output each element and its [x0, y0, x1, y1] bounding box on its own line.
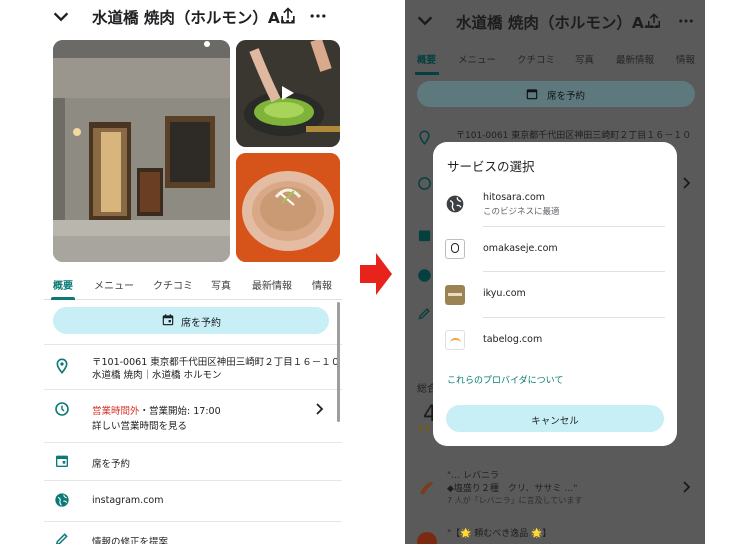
hours-row[interactable]: 営業時間外・営業開始: 17:00 [92, 403, 221, 417]
tab-reviews: クチコミ [517, 55, 556, 66]
divider [44, 344, 342, 345]
arrow-right-icon [360, 253, 392, 295]
chevron-down-icon [417, 16, 433, 26]
best-for-business-label: このビジネスに最適 [483, 207, 560, 217]
tab-photos[interactable]: 写真 [211, 277, 231, 292]
reserve-button: 席を予約 [417, 81, 695, 107]
location-pin-icon [56, 358, 68, 374]
globe-icon [446, 195, 464, 213]
calendar-icon [526, 89, 538, 100]
calendar-icon [162, 314, 174, 326]
review-snippet-line2: ◆塩盛り２種 クリ、ササミ …" [447, 484, 578, 494]
left-screen: 水道橋 焼肉（ホルモン）A… 概要 メニュー クチコミ 写真 最新情報 情報 席… [44, 0, 342, 544]
service-name: ikyu.com [483, 288, 526, 299]
closed-status: 営業時間外 [92, 406, 140, 417]
active-tab-indicator [51, 297, 75, 300]
tab-reviews[interactable]: クチコミ [153, 277, 193, 292]
place-title: 水道橋 焼肉（ホルモン）A… [92, 9, 296, 27]
tab-updates: 最新情報 [616, 55, 655, 66]
food-icon [420, 482, 434, 495]
dialog-title: サービスの選択 [447, 159, 535, 174]
play-icon [282, 86, 294, 100]
divider [44, 521, 342, 522]
tab-photos: 写真 [575, 55, 595, 66]
place-title: 水道橋 焼肉（ホルモン）A… [456, 14, 660, 32]
reserve-button-label: 席を予約 [547, 91, 586, 102]
calendar-icon [418, 230, 431, 242]
location-pin-icon [419, 130, 430, 145]
avatar [417, 532, 437, 544]
review-mention-count: 7 人が「レバニラ」に言及しています [447, 496, 583, 505]
globe-icon [418, 269, 431, 282]
omakase-logo-icon [445, 239, 465, 259]
chevron-right-icon [683, 177, 691, 189]
tab-overview[interactable]: 概要 [53, 277, 73, 292]
globe-icon [55, 493, 69, 507]
chevron-right-icon [683, 481, 691, 493]
clock-icon [418, 177, 431, 190]
service-option-ikyu[interactable]: ikyu.com [433, 272, 677, 317]
rating-stars: ★★ [417, 424, 432, 433]
more-icon [679, 19, 693, 23]
pencil-icon [418, 308, 430, 320]
tab-menu: メニュー [458, 55, 497, 66]
share-icon[interactable] [278, 6, 298, 26]
suggest-edit-link[interactable]: 情報の修正を提案 [92, 534, 168, 544]
scrollbar[interactable] [337, 302, 340, 422]
tab-overview: 概要 [417, 55, 437, 66]
chevron-down-icon[interactable] [50, 6, 72, 28]
review-snippet-line1: "… レバニラ [447, 471, 500, 481]
reserve-row[interactable]: 席を予約 [92, 456, 130, 470]
service-name: hitosara.com [483, 192, 546, 203]
chevron-right-icon[interactable] [315, 403, 325, 415]
tab-info[interactable]: 情報 [312, 277, 332, 292]
service-option-omakase[interactable]: omakaseje.com [433, 227, 677, 272]
top-bar: 水道橋 焼肉（ホルモン）A… [44, 0, 342, 34]
cancel-button[interactable]: キャンセル [446, 405, 664, 432]
tab-info: 情報 [676, 55, 696, 66]
reserve-button-label: 席を予約 [181, 318, 221, 329]
right-screen: 水道橋 焼肉（ホルモン）A… 概要 メニュー クチコミ 写真 最新情報 情報 席… [405, 0, 705, 544]
service-select-dialog: サービスの選択 hitosara.com このビジネスに最適 omakaseje… [433, 142, 677, 446]
more-icon[interactable] [308, 6, 328, 26]
noodle-photo[interactable] [236, 153, 340, 262]
tab-updates[interactable]: 最新情報 [252, 277, 292, 292]
clock-icon [55, 402, 69, 416]
review-snippet-2: "【🌟 頼むべき逸品 🌟】 [447, 529, 552, 539]
tab-bar: 概要 メニュー クチコミ 写真 最新情報 情報 [44, 272, 342, 300]
tab-menu[interactable]: メニュー [94, 277, 134, 292]
service-name: tabelog.com [483, 334, 543, 345]
business-tags: 水道橋 焼肉｜水道橋 ホルモン [92, 370, 222, 381]
reserve-button[interactable]: 席を予約 [53, 307, 329, 334]
pencil-icon [55, 533, 68, 544]
opening-time: 営業開始: 17:00 [149, 406, 221, 417]
active-tab-indicator [415, 72, 439, 75]
service-name: omakaseje.com [483, 243, 558, 254]
website-link[interactable]: instagram.com [92, 495, 163, 506]
address-text[interactable]: 〒101-0061 東京都千代田区神田三崎町２丁目１６－１０ [92, 354, 340, 368]
service-option-tabelog[interactable]: tabelog.com [433, 318, 677, 363]
cancel-label: キャンセル [531, 416, 579, 427]
divider [44, 442, 342, 443]
share-icon [648, 13, 660, 28]
cooking-video-thumbnail[interactable] [236, 40, 340, 147]
tabelog-logo-icon [445, 330, 465, 350]
calendar-icon [56, 455, 68, 467]
storefront-photo[interactable] [53, 40, 230, 262]
about-providers-link[interactable]: これらのプロバイダについて [447, 373, 563, 386]
see-more-hours: 詳しい営業時間を見る [92, 421, 188, 432]
address-text: 〒101-0061 東京都千代田区神田三崎町２丁目１６－１０ [456, 131, 692, 141]
divider [44, 480, 342, 481]
ikyu-logo-icon [445, 285, 465, 305]
service-option-hitosara[interactable]: hitosara.com このビジネスに最適 [433, 182, 677, 227]
separator: ・ [139, 406, 150, 417]
divider [44, 389, 342, 390]
